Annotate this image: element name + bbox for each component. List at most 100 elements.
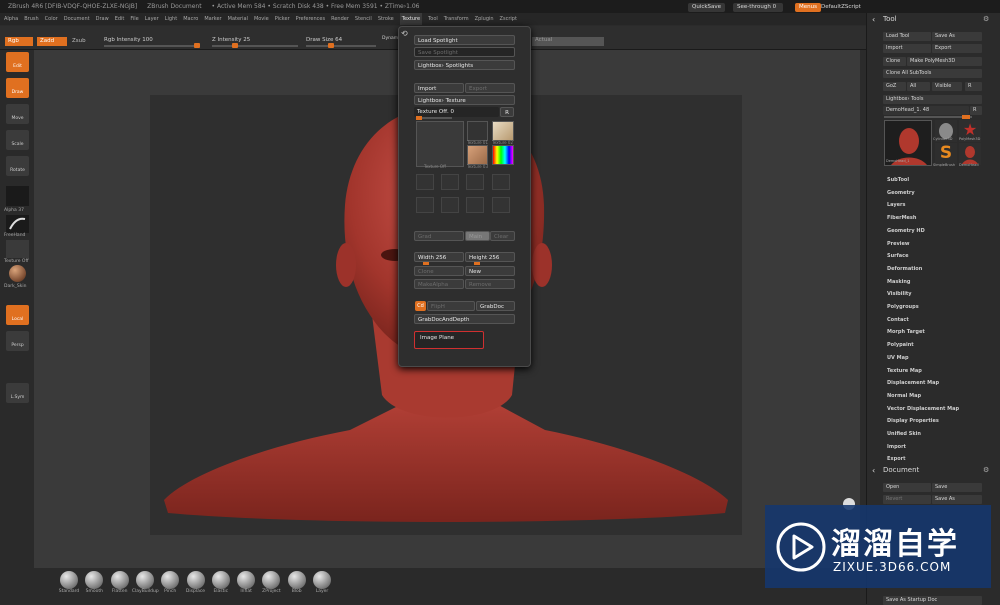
tool-subpalette-fibermesh[interactable]: FiberMesh	[887, 215, 916, 221]
main-swatch[interactable]: Main	[465, 231, 490, 241]
brush-elastic-icon[interactable]	[211, 571, 230, 589]
rgb-button[interactable]: Rgb	[5, 37, 33, 46]
texture-op-icon-3[interactable]	[466, 174, 484, 190]
tool-subpalette-deformation[interactable]: Deformation	[887, 266, 922, 272]
zadd-button[interactable]: Zadd	[37, 37, 67, 46]
texture-thumb-1[interactable]	[467, 121, 488, 141]
flip-h-button[interactable]: FlipH	[427, 301, 475, 311]
tool-subpalette-surface[interactable]: Surface	[887, 253, 909, 259]
tool-panel-header[interactable]: Tool	[883, 15, 897, 23]
texture-thumb-2[interactable]	[492, 121, 514, 141]
tool-subpalette-subtool[interactable]: SubTool	[887, 177, 909, 183]
tool-subpalette-morph-target[interactable]: Morph Target	[887, 329, 925, 335]
save-spotlight-button[interactable]: Save Spotlight	[414, 47, 515, 57]
brush-flatten-icon[interactable]	[110, 571, 129, 589]
grab-doc-depth-button[interactable]: GrabDocAndDepth	[414, 314, 515, 324]
tool-export-button[interactable]: Export	[932, 44, 982, 53]
menu-material[interactable]: Material	[228, 13, 248, 25]
z-intensity-knob[interactable]	[232, 43, 238, 48]
texture-op-icon-5[interactable]	[416, 197, 434, 213]
tool-subpalette-vector-displacement-map[interactable]: Vector Displacement Map	[887, 406, 959, 412]
tool-subpalette-preview[interactable]: Preview	[887, 241, 910, 247]
brush-displace-icon[interactable]	[186, 571, 205, 589]
width-slider-knob[interactable]	[423, 262, 429, 265]
move-button[interactable]: Move	[6, 104, 29, 124]
document-panel-header[interactable]: Document	[883, 466, 919, 474]
goz-all-button[interactable]: All	[907, 82, 930, 91]
menu-picker[interactable]: Picker	[275, 13, 290, 25]
texture-slider-knob[interactable]	[416, 116, 422, 120]
menu-file[interactable]: File	[130, 13, 138, 25]
tool-subpalette-texture-map[interactable]: Texture Map	[887, 368, 922, 374]
goz-button[interactable]: GoZ	[883, 82, 906, 91]
menu-color[interactable]: Color	[45, 13, 58, 25]
texture-op-icon-4[interactable]	[492, 174, 510, 190]
quicksave-button[interactable]: QuickSave	[688, 3, 726, 12]
texture-import-button[interactable]: Import	[414, 83, 464, 93]
grab-doc-button[interactable]: GrabDoc	[476, 301, 515, 311]
menu-marker[interactable]: Marker	[204, 13, 221, 25]
texture-op-icon-7[interactable]	[466, 197, 484, 213]
alpha-thumbnail[interactable]	[6, 186, 29, 206]
document-save-button[interactable]: Save	[932, 483, 982, 492]
grad-button[interactable]: Grad	[414, 231, 464, 241]
menu-draw[interactable]: Draw	[96, 13, 109, 25]
popup-pin-icon[interactable]: ⟲	[401, 29, 408, 38]
rgb-intensity-knob[interactable]	[194, 43, 200, 48]
texture-op-icon-8[interactable]	[492, 197, 510, 213]
new-button[interactable]: New	[465, 266, 515, 276]
menu-macro[interactable]: Macro	[183, 13, 198, 25]
rgb-intensity-slider[interactable]	[104, 45, 200, 47]
brush-blob-icon[interactable]	[287, 571, 306, 589]
menu-zplugin[interactable]: Zplugin	[475, 13, 494, 25]
current-tool-r-button[interactable]: R	[970, 106, 982, 115]
draw-size-slider[interactable]	[306, 45, 376, 47]
remove-button[interactable]: Remove	[465, 279, 515, 289]
texture-op-icon-6[interactable]	[441, 197, 459, 213]
tool-clone-button[interactable]: Clone	[883, 57, 906, 66]
tool-subpalette-export[interactable]: Export	[887, 456, 906, 462]
document-collapse-icon[interactable]: ‹	[872, 466, 875, 475]
menu-alpha[interactable]: Alpha	[4, 13, 18, 25]
lightbox-texture-button[interactable]: Lightbox› Texture	[414, 95, 515, 105]
persp-button[interactable]: Persp	[6, 331, 29, 351]
texture-r-button[interactable]: R	[500, 107, 514, 117]
draw-size-knob[interactable]	[328, 43, 334, 48]
simple-brush-icon[interactable]: S	[935, 143, 957, 165]
tool-subpalette-import[interactable]: Import	[887, 444, 906, 450]
menu-brush[interactable]: Brush	[24, 13, 38, 25]
width-slider[interactable]: Width 256	[414, 252, 464, 262]
tool-subpalette-polypaint[interactable]: Polypaint	[887, 342, 914, 348]
actual-button[interactable]: Actual	[532, 37, 604, 46]
document-open-button[interactable]: Open	[883, 483, 931, 492]
material-sphere-icon[interactable]	[9, 265, 26, 282]
rotate-button[interactable]: Rotate	[6, 156, 29, 176]
menu-movie[interactable]: Movie	[254, 13, 269, 25]
local-button[interactable]: Local	[6, 305, 29, 325]
make-alpha-button[interactable]: MakeAlpha	[414, 279, 464, 289]
load-tool-button[interactable]: Load Tool	[883, 32, 931, 41]
menu-edit[interactable]: Edit	[115, 13, 125, 25]
tool-subpalette-display-properties[interactable]: Display Properties	[887, 418, 939, 424]
see-through-slider[interactable]: See-through 0	[733, 3, 783, 12]
clone-all-subtools-button[interactable]: Clone All SubTools	[883, 69, 982, 78]
tool-collapse-icon[interactable]: ‹	[872, 15, 875, 24]
tool-slider[interactable]	[884, 116, 972, 118]
draw-button[interactable]: Draw	[6, 78, 29, 98]
texture-current-slot[interactable]	[416, 121, 464, 167]
tool-thumb-4[interactable]	[959, 143, 981, 165]
brush-standard-icon[interactable]	[60, 571, 78, 589]
brush-layer-icon[interactable]	[313, 571, 331, 589]
tool-subpalette-uv-map[interactable]: UV Map	[887, 355, 909, 361]
menu-light[interactable]: Light	[165, 13, 177, 25]
clear-button[interactable]: Clear	[490, 231, 515, 241]
default-zscript-button[interactable]: DefaultZScript	[817, 3, 865, 12]
texture-op-icon-1[interactable]	[416, 174, 434, 190]
tool-import-button[interactable]: Import	[883, 44, 931, 53]
tool-subpalette-polygroups[interactable]: Polygroups	[887, 304, 919, 310]
lightbox-tools-button[interactable]: Lightbox› Tools	[883, 95, 982, 104]
menu-tool[interactable]: Tool	[428, 13, 438, 25]
lsym-button[interactable]: L.Sym	[6, 383, 29, 403]
menu-document[interactable]: Document	[64, 13, 90, 25]
scale-button[interactable]: Scale	[6, 130, 29, 150]
